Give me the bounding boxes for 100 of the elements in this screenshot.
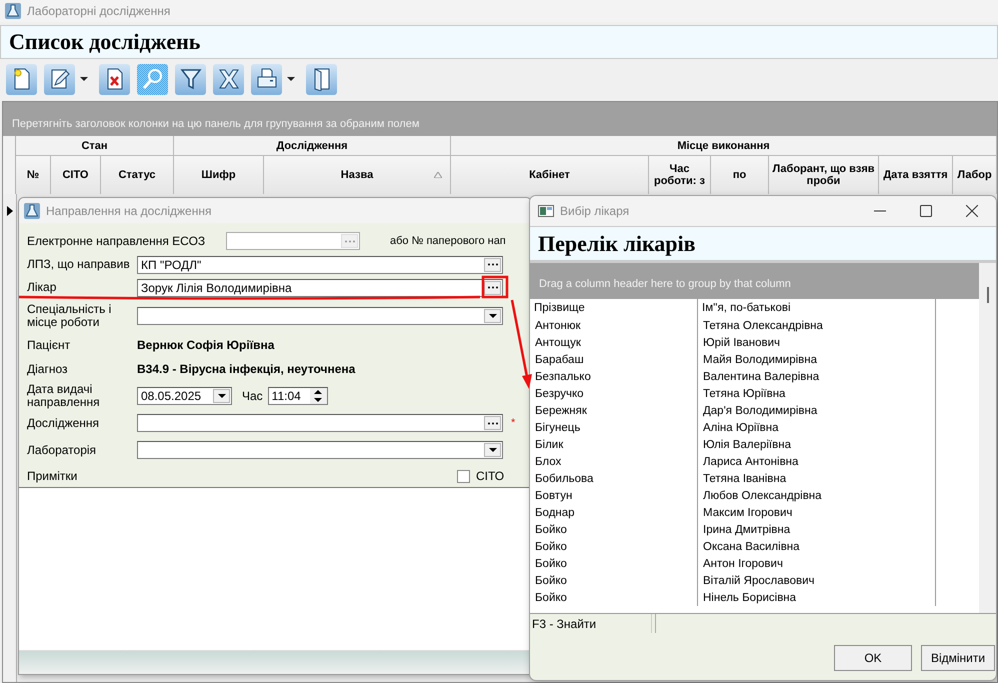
dots-icon xyxy=(486,263,498,266)
input-field[interactable]: КП "РОДЛ" xyxy=(137,256,503,274)
table-cell: Бойко xyxy=(530,521,698,538)
checkbox-label: СІТО xyxy=(476,469,504,483)
field-value: Вернюк Софія Юріївна xyxy=(137,338,274,352)
highlight-frame xyxy=(482,276,508,298)
table-cell: Майя Володимирівна xyxy=(698,351,936,368)
caret-icon xyxy=(488,314,496,318)
dialog-title: Направлення на дослідження xyxy=(46,204,212,218)
dots-icon xyxy=(486,422,498,424)
maximize-icon[interactable] xyxy=(920,205,932,217)
column-header[interactable]: Шифр xyxy=(174,156,264,194)
dropdown-field[interactable] xyxy=(137,441,503,459)
toolbar-button[interactable] xyxy=(44,64,75,94)
toolbar-button[interactable] xyxy=(306,64,337,94)
search-icon xyxy=(140,67,164,91)
table-cell: Бойко xyxy=(530,589,698,606)
table-cell: Валентина Валерівна xyxy=(698,368,936,385)
field-label: Пацієнт xyxy=(27,338,72,352)
spin-button[interactable] xyxy=(310,388,327,404)
field-value: B34.9 - Вірусна інфекція, неуточнена xyxy=(137,362,356,376)
scrollbar[interactable] xyxy=(979,263,996,613)
field-label: Спеціальність і місце роботи xyxy=(27,303,112,329)
column-header[interactable]: Назва xyxy=(264,156,451,194)
toolbar-button[interactable] xyxy=(251,64,282,94)
time-field[interactable]: 11:04 xyxy=(268,387,328,405)
column-header[interactable]: Прізвище xyxy=(530,299,698,317)
column-header[interactable]: по xyxy=(711,156,769,194)
table-cell: Ірина Дмитрівна xyxy=(698,521,936,538)
browse-button[interactable] xyxy=(484,416,501,430)
flask-icon xyxy=(5,3,21,19)
column-header[interactable]: Дата взяття xyxy=(879,156,953,194)
table-cell: Бойко xyxy=(530,538,698,555)
spin-arrows-icon xyxy=(314,390,322,402)
caret-icon xyxy=(218,394,226,398)
browse-button[interactable] xyxy=(484,258,501,272)
toolbar-button[interactable] xyxy=(6,64,37,94)
table-cell: Тетяна Іванівна xyxy=(698,470,936,487)
dialog-button[interactable]: OK xyxy=(834,645,912,671)
field-label: Примітки xyxy=(27,470,78,482)
table-cell: Тетяна Олександрівна xyxy=(698,317,936,334)
window-icon xyxy=(538,203,554,219)
sort-icon xyxy=(434,172,442,178)
field-label: Лікар xyxy=(27,281,58,294)
table-cell: Бережняк xyxy=(530,402,698,419)
dialog-button[interactable]: Відмінити xyxy=(921,645,995,671)
table-cell: Віталій Ярославович xyxy=(698,572,936,589)
table-cell: Лариса Антонівна xyxy=(698,453,936,470)
field-label: ЛПЗ, що направив xyxy=(27,258,131,271)
column-header[interactable]: Лабор xyxy=(953,156,997,194)
column-header[interactable]: СІТО xyxy=(51,156,101,194)
field-label: Діагноз xyxy=(27,362,69,376)
toolbar-button[interactable] xyxy=(213,64,244,94)
caret-icon[interactable] xyxy=(80,77,88,81)
flask-icon xyxy=(24,202,40,218)
field-label: Час xyxy=(242,389,263,403)
table-cell: Антощук xyxy=(530,334,698,351)
dropdown-button[interactable] xyxy=(484,309,501,323)
caret-icon xyxy=(488,448,496,452)
column-header[interactable]: Статус xyxy=(101,156,174,194)
table-cell: Максим Ігорович xyxy=(698,504,936,521)
spreadsheet-icon xyxy=(216,67,240,91)
checkbox[interactable] xyxy=(457,470,470,482)
required-mark: * xyxy=(511,417,516,429)
field-label: Лабораторія xyxy=(27,444,98,456)
column-header[interactable]: Лаборант, що взяв проби xyxy=(769,156,879,194)
browse-button[interactable] xyxy=(484,280,501,294)
table-cell: Бобильова xyxy=(530,470,698,487)
table-cell: Нінель Борисівна xyxy=(698,589,936,606)
input-field[interactable] xyxy=(226,232,360,250)
close-icon[interactable] xyxy=(966,205,978,217)
dropdown-field[interactable] xyxy=(137,307,503,325)
toolbar-button[interactable] xyxy=(175,64,206,94)
group-panel: Перетягніть заголовок колонки на цю панель для групування за обраним полем xyxy=(3,102,997,136)
dropdown-button[interactable] xyxy=(484,443,501,457)
table-cell: Дар'я Володимирівна xyxy=(698,402,936,419)
column-header[interactable]: № xyxy=(16,156,51,194)
column-header[interactable]: Кабінет xyxy=(451,156,649,194)
field-label: Електронне направлення ЕСОЗ xyxy=(27,234,206,248)
dropdown-button[interactable] xyxy=(213,389,230,403)
input-field[interactable]: Зорук Лілія Володимирівна xyxy=(137,278,503,296)
table-cell: Антон Ігорович xyxy=(698,555,936,572)
table-cell: Аліна Юріївна xyxy=(698,419,936,436)
input-field[interactable] xyxy=(137,414,503,432)
notes-field[interactable] xyxy=(19,487,531,650)
toolbar-button[interactable] xyxy=(99,64,130,94)
table-cell: Юлія Валеріївна xyxy=(698,436,936,453)
window-title: Лабораторні дослідження xyxy=(27,4,170,18)
page-heading: Список досліджень xyxy=(0,25,998,59)
date-field[interactable]: 08.05.2025 xyxy=(137,387,232,405)
table-cell: Боднар xyxy=(530,504,698,521)
caret-icon[interactable] xyxy=(287,77,295,81)
column-header[interactable]: Ім''я, по-батькові xyxy=(698,299,936,317)
table-cell: Білик xyxy=(530,436,698,453)
table-cell: Бігунець xyxy=(530,419,698,436)
table-cell: Бойко xyxy=(530,572,698,589)
column-header[interactable]: Час роботи: з xyxy=(649,156,711,194)
group-panel: Drag a column header here to group by that column xyxy=(530,263,979,299)
table-cell: Бовтун xyxy=(530,487,698,504)
table-cell: Любов Олександрівна xyxy=(698,487,936,504)
